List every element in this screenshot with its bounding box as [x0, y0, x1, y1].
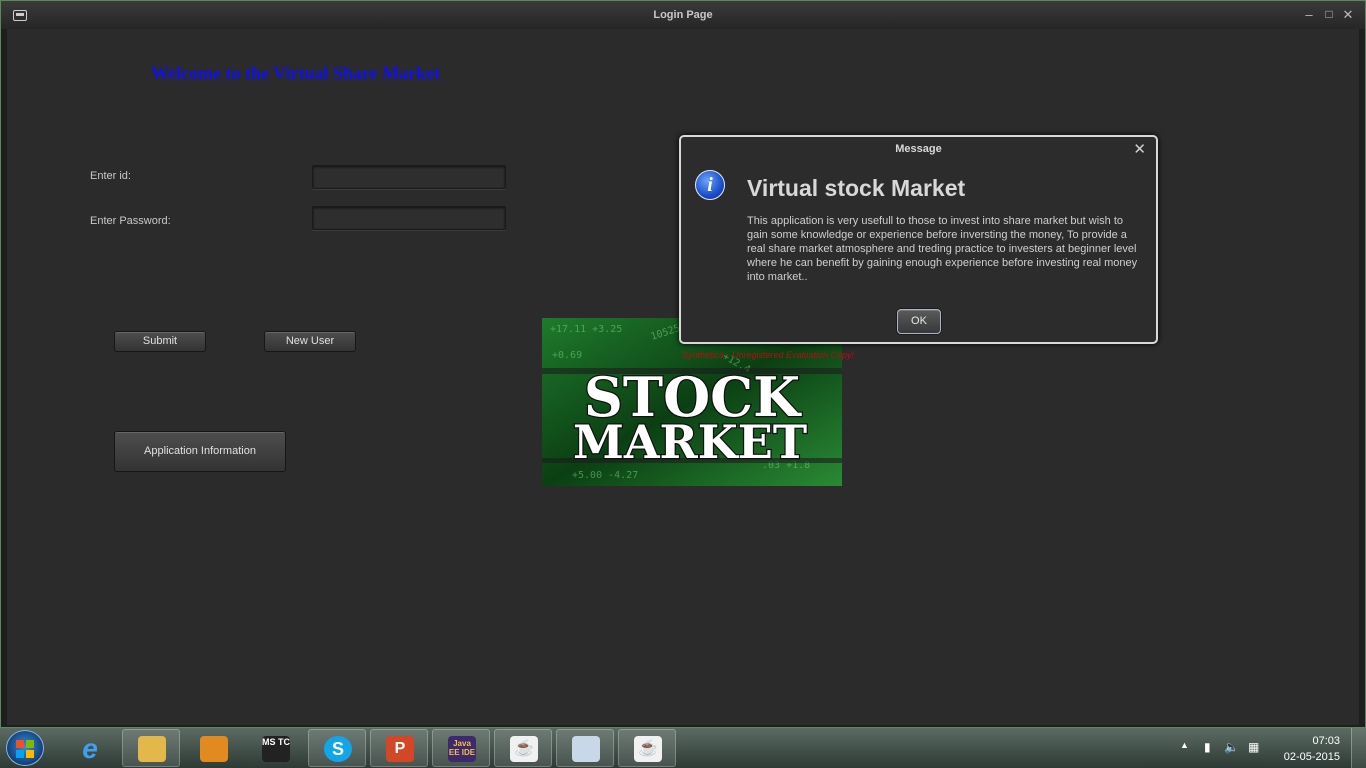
ms-tc-icon: MS TC — [262, 736, 290, 762]
dialog-message: This application is very usefull to thos… — [747, 215, 1138, 283]
taskbar-paint[interactable] — [556, 729, 614, 767]
title-bar[interactable]: Login Page – □ ✕ — [1, 1, 1365, 29]
image-text-market: MARKET — [573, 415, 807, 469]
main-panel: Welcome to the Virtual Share Market Ente… — [7, 29, 1359, 725]
java-icon: ☕ — [634, 736, 662, 762]
taskbar-file-explorer[interactable] — [122, 729, 180, 767]
device-icon[interactable]: ▮ — [1204, 740, 1211, 754]
ok-button[interactable]: OK — [897, 309, 941, 334]
id-label: Enter id: — [90, 170, 131, 182]
taskbar-internet-explorer[interactable]: e — [60, 729, 118, 767]
dialog-title: Message — [895, 143, 942, 155]
taskbar-java-ee-ide[interactable]: Java EE IDE — [432, 729, 490, 767]
svg-text:+17.11 +3.25: +17.11 +3.25 — [550, 324, 622, 335]
message-dialog: Message ✕ i Virtual stock Market This ap… — [679, 135, 1158, 344]
media-player-icon — [200, 736, 228, 762]
svg-text:+5.00 -4.27: +5.00 -4.27 — [572, 470, 638, 481]
close-icon[interactable]: ✕ — [1340, 7, 1356, 23]
file-explorer-icon — [138, 736, 166, 762]
skype-icon: S — [324, 736, 352, 762]
start-button[interactable] — [6, 730, 44, 766]
system-tray: ▲ ▮ 🔈 ▦ 07:03 02-05-2015 — [1166, 728, 1366, 768]
taskbar-powerpoint[interactable]: P — [370, 729, 428, 767]
clock-date[interactable]: 02-05-2015 — [1284, 751, 1340, 763]
password-label: Enter Password: — [90, 215, 171, 227]
show-desktop-button[interactable] — [1351, 728, 1366, 768]
volume-icon[interactable]: 🔈 — [1224, 740, 1239, 754]
java-icon: ☕ — [510, 736, 538, 762]
id-input[interactable] — [312, 165, 506, 189]
maximize-icon[interactable]: □ — [1321, 7, 1337, 21]
welcome-heading: Welcome to the Virtual Share Market — [151, 63, 441, 83]
app-window: Login Page – □ ✕ Welcome to the Virtual … — [0, 0, 1366, 728]
network-icon[interactable]: ▦ — [1248, 740, 1259, 754]
info-icon: i — [695, 170, 725, 200]
taskbar: e MS TC S P Java EE IDE ☕ ☕ ▲ ▮ 🔈 ▦ 07:0… — [0, 728, 1366, 768]
clock-time[interactable]: 07:03 — [1312, 735, 1340, 747]
tray-expand-icon[interactable]: ▲ — [1180, 740, 1189, 750]
svg-text:+0.69: +0.69 — [552, 350, 582, 361]
submit-button[interactable]: Submit — [114, 331, 206, 352]
minimize-icon[interactable]: – — [1301, 7, 1317, 22]
dialog-close-icon[interactable]: ✕ — [1133, 140, 1146, 158]
paint-icon — [572, 736, 600, 762]
password-input[interactable] — [312, 206, 506, 230]
taskbar-java-app-1[interactable]: ☕ — [494, 729, 552, 767]
application-information-button[interactable]: Application Information — [114, 431, 286, 472]
powerpoint-icon: P — [386, 736, 414, 762]
dialog-heading: Virtual stock Market — [747, 175, 966, 201]
new-user-button[interactable]: New User — [264, 331, 356, 352]
window-title: Login Page — [653, 9, 713, 21]
windows-logo-icon — [16, 740, 34, 758]
java-ee-ide-icon: Java EE IDE — [448, 736, 476, 762]
internet-explorer-icon: e — [82, 733, 98, 764]
taskbar-java-app-2[interactable]: ☕ — [618, 729, 676, 767]
taskbar-media-player[interactable] — [184, 729, 242, 767]
taskbar-skype[interactable]: S — [308, 729, 366, 767]
taskbar-ms-tc[interactable]: MS TC — [246, 729, 304, 767]
watermark-text: Synthetica - Unregistered Evaluation Cop… — [682, 350, 855, 360]
